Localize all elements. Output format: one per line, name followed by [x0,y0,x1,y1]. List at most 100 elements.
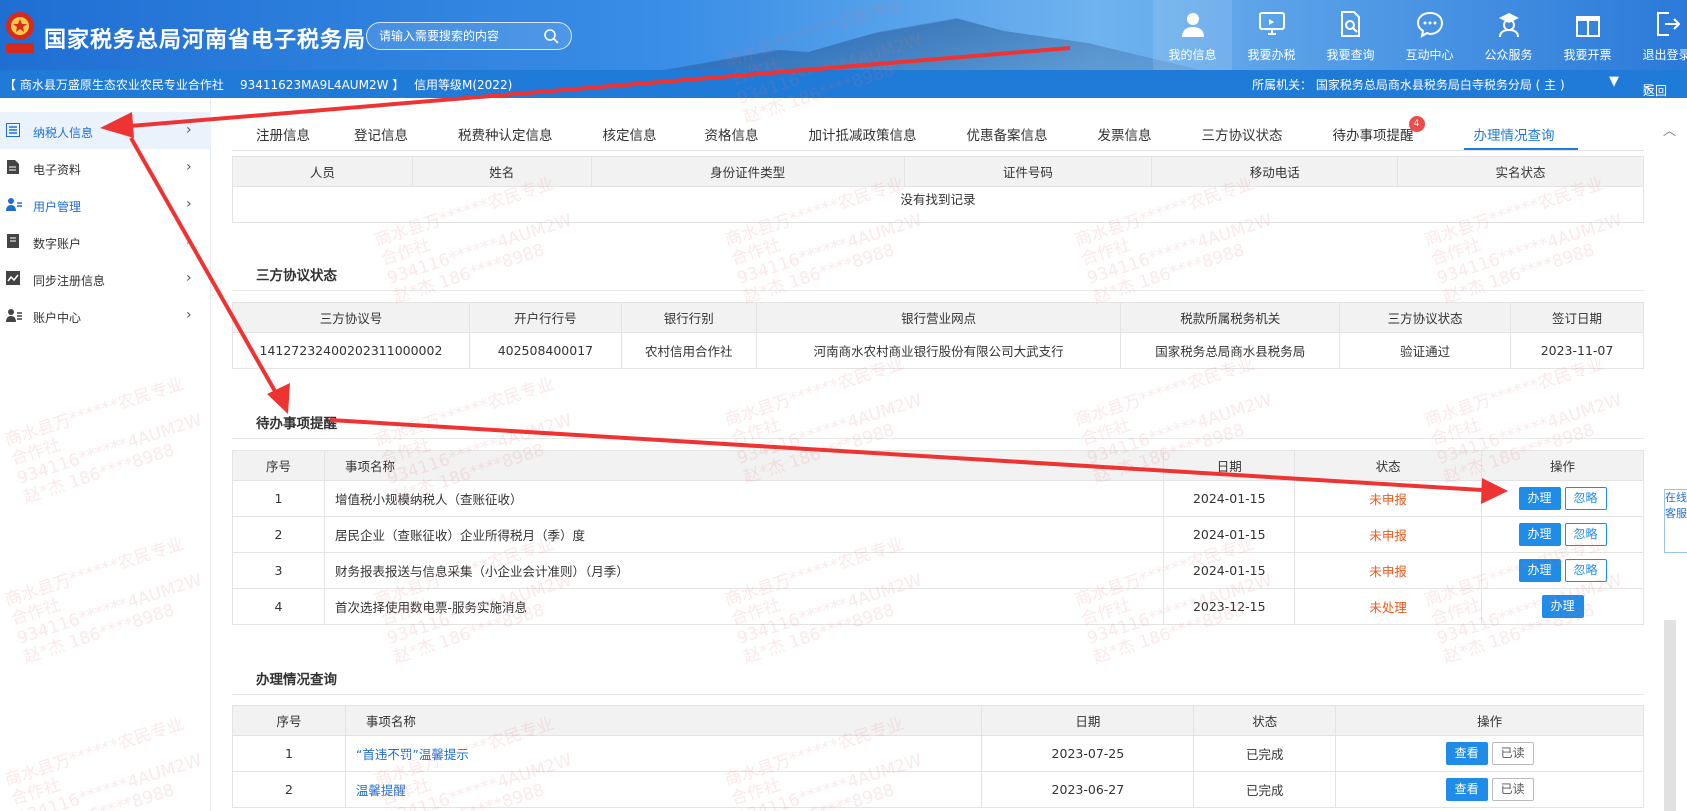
search-input[interactable] [379,27,539,45]
sidebar-item-sync-registration[interactable]: 同步注册信息 › [0,260,211,297]
cell: 2024-01-15 [1163,552,1296,589]
chevron-right-icon: › [186,196,192,212]
nav-query[interactable]: 我要查询 [1311,0,1390,70]
action-cell: 办理 忽略 [1481,516,1644,553]
tab-qualification[interactable]: 资格信息 [705,110,759,150]
view-button[interactable]: 查看 [1445,742,1488,765]
tab-deduction-policy[interactable]: 加计抵减政策信息 [809,110,917,150]
chevron-right-icon: › [186,270,192,286]
tab-registration[interactable]: 注册信息 [256,110,310,150]
search-box[interactable] [366,22,572,50]
cell: 农村信用合作社 [620,332,757,369]
col-header: 开户行行号 [468,302,622,333]
todo-count-badge: 4 [1408,116,1425,132]
action-cell: 查看 已读 [1335,771,1644,808]
cell: 温馨提醒 [344,771,983,808]
sidebar: 纳税人信息 › 电子资料 › 用户管理 › 数字账户 › 同步注册信息 › 账户中心 › [0,98,211,811]
table-header-row: 序号 事项名称 日期 状态 操作 [232,450,1644,481]
table-header-row: 序号 事项名称 日期 状态 操作 [232,705,1644,736]
scroll-up-icon[interactable]: ︿ [1663,120,1676,139]
file-icon [7,160,19,174]
tab-preferential-filing[interactable]: 优惠备案信息 [967,110,1048,150]
handle-button[interactable]: 办理 [1518,559,1561,582]
watermark-line: 赵*杰 186****8988 [1090,240,1247,308]
col-header: 移动电话 [1151,156,1399,187]
sidebar-item-taxpayer-info[interactable]: 纳税人信息 › [0,112,211,149]
sidebar-item-user-management[interactable]: 用户管理 › [0,186,211,223]
table-row: 1 “首违不罚”温馨提示 2023-07-25 已完成 查看 已读 [232,735,1644,772]
col-header: 操作 [1481,450,1644,481]
chevron-down-icon[interactable]: ▼ [1609,74,1619,89]
tab-enrollment[interactable]: 登记信息 [354,110,408,150]
col-header: 身份证件类型 [590,156,905,187]
nav-invoice[interactable]: 我要开票 [1548,0,1627,70]
col-header: 日期 [981,705,1195,736]
tab-history[interactable]: 办理情况查询 [1463,110,1578,150]
cell: 2023-07-25 [981,735,1195,772]
action-cell: 办理 [1481,588,1644,625]
table-row: 2 居民企业（查账征收）企业所得税月（季）度 2024-01-15 未申报 办理… [232,516,1644,553]
online-service-button[interactable]: 在线客服 [1664,489,1687,553]
tab-todo[interactable]: 待办事项提醒 4 [1333,110,1425,150]
history-item-link[interactable]: “首违不罚”温馨提示 [356,747,469,762]
credit-rating: 信用等级M(2022) [414,78,513,92]
sidebar-item-account-center[interactable]: 账户中心 › [0,297,211,334]
cell: 2024-01-15 [1163,516,1296,553]
nav-public-service[interactable]: 公众服务 [1469,0,1548,70]
personnel-table: 人员 姓名 身份证件类型 证件号码 移动电话 实名状态 没有找到记录 [232,156,1644,223]
taxpayer-name: 【 商水县万盛原生态农业农民专业合作社 [4,78,224,92]
ignore-button[interactable]: 忽略 [1564,523,1607,546]
read-button[interactable]: 已读 [1491,778,1534,801]
scrollbar[interactable] [1664,620,1676,811]
col-header: 状态 [1294,450,1483,481]
ignore-button[interactable]: 忽略 [1564,559,1607,582]
sidebar-item-e-documents[interactable]: 电子资料 › [0,149,211,186]
chevron-right-icon: › [186,233,192,249]
cell: 1 [232,735,346,772]
col-header: 事项名称 [344,705,983,736]
empty-message: 没有找到记录 [232,186,1644,223]
nav-my-info[interactable]: 我的信息 [1153,0,1232,70]
tab-invoice[interactable]: 发票信息 [1098,110,1152,150]
top-nav: 我的信息 我要办税 我要查询 互动中心 公众服务 我要开票 退出登录 [1153,0,1687,70]
cell: 增值税小规模纳税人（查账征收） [323,480,1165,517]
cell: 验证通过 [1339,332,1512,369]
status-cell: 未申报 [1294,552,1483,589]
watermark-line: 赵*杰 186****8988 [390,240,547,308]
tab-tripartite[interactable]: 三方协议状态 [1202,110,1283,150]
chevron-right-icon: › [186,159,192,175]
status-cell: 未申报 [1294,516,1483,553]
cell: 2024-01-15 [1163,480,1296,517]
agreement-table: 三方协议号 开户行行号 银行行别 银行营业网点 税款所属税务机关 三方协议状态 … [232,302,1644,369]
col-header: 序号 [232,705,346,736]
site-title: 国家税务总局河南省电子税务局 [44,28,367,53]
nav-logout[interactable]: 退出登录 [1627,0,1687,70]
cell: 2023-11-07 [1510,332,1644,369]
section-title: 待办事项提醒 [256,416,337,432]
nav-interaction[interactable]: 互动中心 [1390,0,1469,70]
tab-assessment[interactable]: 核定信息 [603,110,657,150]
action-cell: 办理 忽略 [1481,552,1644,589]
cell: 居民企业（查账征收）企业所得税月（季）度 [323,516,1165,553]
table-row: 1 增值税小规模纳税人（查账征收） 2024-01-15 未申报 办理 忽略 [232,480,1644,517]
section-title: 办理情况查询 [256,672,337,688]
history-item-link[interactable]: 温馨提醒 [356,783,406,798]
table-row: 2 温馨提醒 2023-06-27 已完成 查看 已读 [232,771,1644,808]
search-icon[interactable] [543,28,559,44]
view-button[interactable]: 查看 [1445,778,1488,801]
great-wall-banner [640,16,1200,70]
cell: 河南商水农村商业银行股份有限公司大武支行 [755,332,1122,369]
cell: 402508400017 [468,332,622,369]
status-cell: 已完成 [1193,735,1337,772]
handle-button[interactable]: 办理 [1518,487,1561,510]
read-button[interactable]: 已读 [1491,742,1534,765]
nav-do-tax[interactable]: 我要办税 [1232,0,1311,70]
tab-bar: 注册信息 登记信息 税费种认定信息 核定信息 资格信息 加计抵减政策信息 优惠备… [236,110,1578,150]
sidebar-item-digital-account[interactable]: 数字账户 › [0,223,211,260]
handle-button[interactable]: 办理 [1541,595,1584,618]
cell: 2023-12-15 [1163,588,1296,625]
ignore-button[interactable]: 忽略 [1564,487,1607,510]
section-divider [232,290,1644,291]
handle-button[interactable]: 办理 [1518,523,1561,546]
tab-tax-type[interactable]: 税费种认定信息 [458,110,553,150]
